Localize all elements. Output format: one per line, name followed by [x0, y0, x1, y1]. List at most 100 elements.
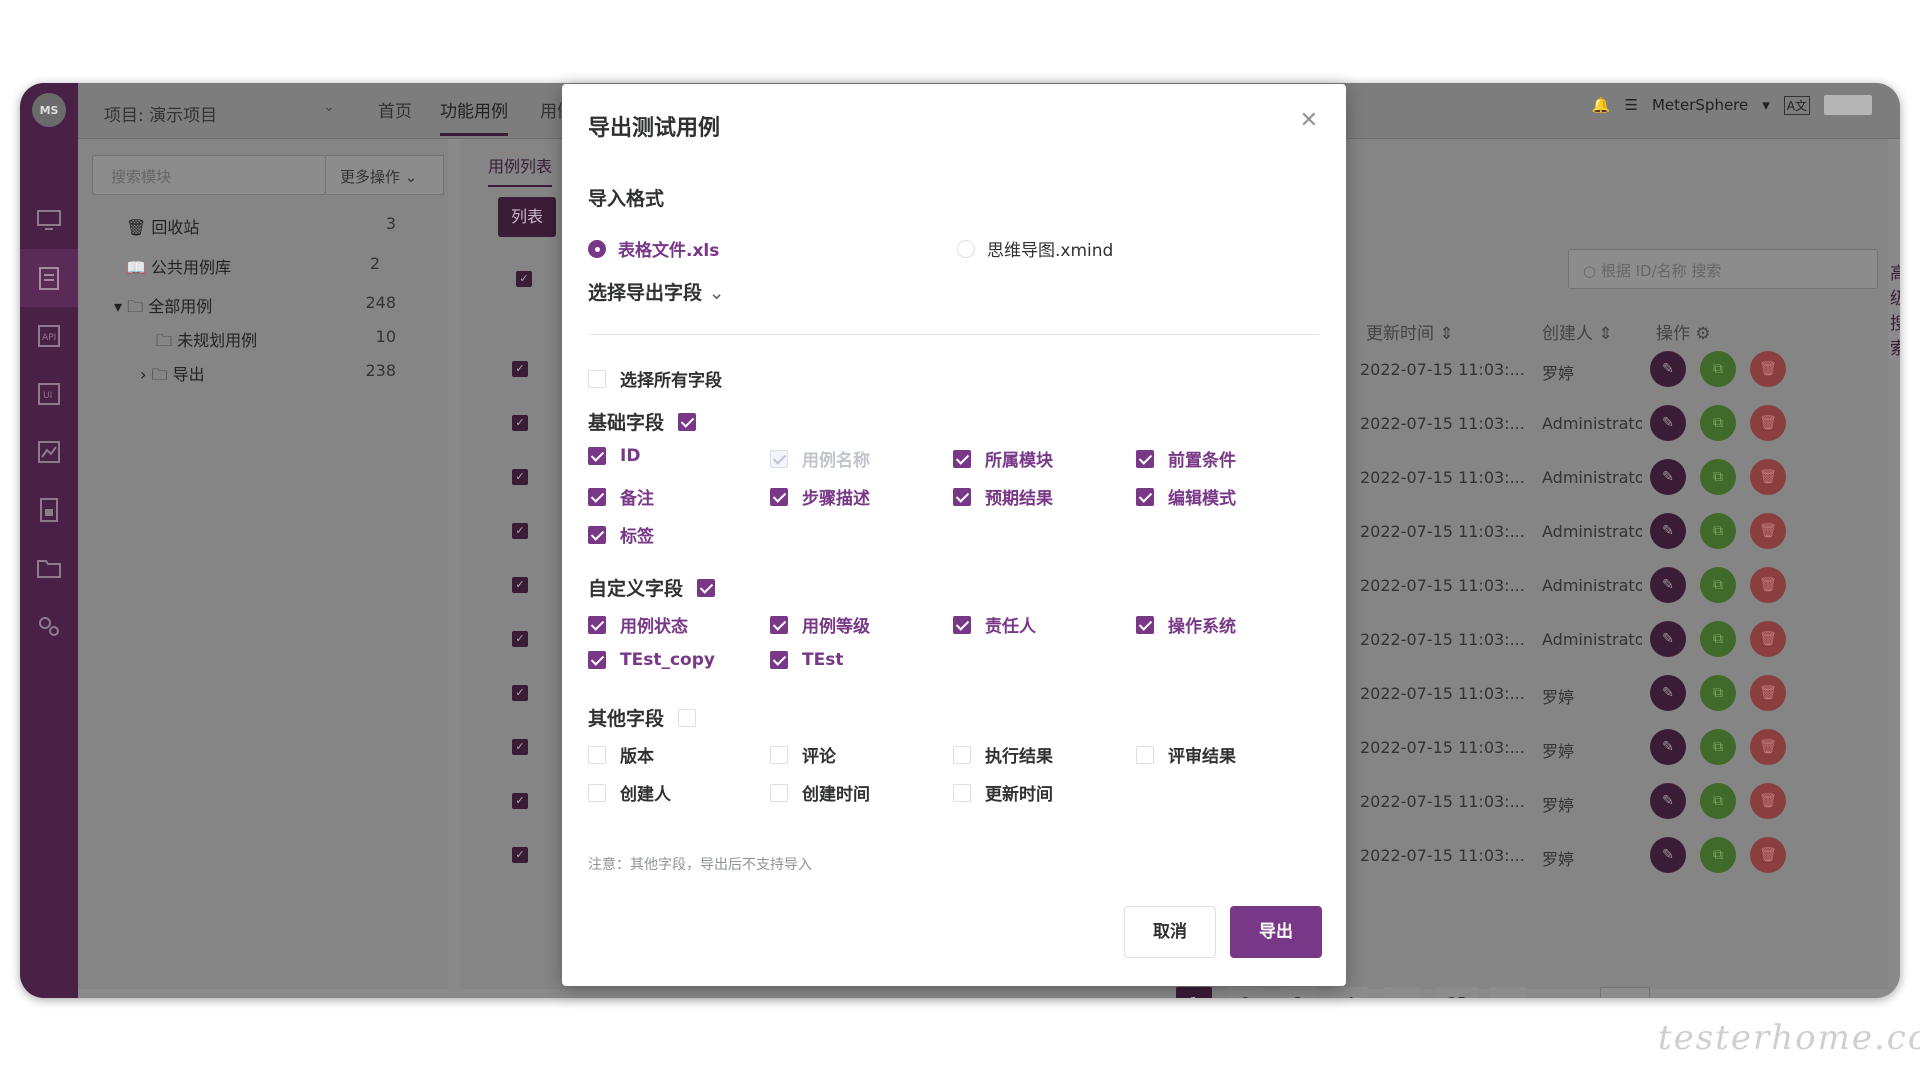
monitor-icon[interactable] [20, 191, 78, 249]
format-xls-radio[interactable]: 表格文件.xls [588, 236, 719, 261]
cancel-button[interactable]: 取消 [1124, 906, 1216, 958]
field-checkbox[interactable]: 版本 [588, 742, 654, 767]
tree-item-public[interactable]: 📖 公共用例库 [126, 254, 231, 278]
page-1[interactable]: 1 [1176, 987, 1212, 998]
delete-icon[interactable]: 🗑 [1750, 783, 1786, 819]
select-all-fields-checkbox[interactable]: 选择所有字段 [588, 366, 722, 391]
project-folder-icon[interactable] [20, 539, 78, 597]
format-xmind-radio[interactable]: 思维导图.xmind [957, 236, 1113, 261]
row-checkbox[interactable]: ✓ [512, 631, 528, 647]
language-icon[interactable]: A文 [1783, 95, 1810, 115]
advanced-search-link[interactable]: 高级搜索 [1890, 259, 1900, 359]
copy-icon[interactable]: ⧉ [1700, 351, 1736, 387]
field-checkbox[interactable]: 用例等级 [770, 612, 870, 637]
edit-icon[interactable]: ✎ [1650, 729, 1686, 765]
col-creator[interactable]: 创建人 ⇕ [1542, 319, 1613, 344]
field-checkbox[interactable]: 创建人 [588, 780, 671, 805]
page-25[interactable]: 25 [1436, 987, 1478, 998]
field-checkbox[interactable]: 创建时间 [770, 780, 870, 805]
copy-icon[interactable]: ⧉ [1700, 729, 1736, 765]
delete-icon[interactable]: 🗑 [1750, 405, 1786, 441]
performance-icon[interactable] [20, 423, 78, 481]
copy-icon[interactable]: ⧉ [1700, 459, 1736, 495]
page-ellipsis[interactable]: ... [1384, 987, 1420, 998]
tree-item-export[interactable]: › 🗀 导出 [140, 361, 205, 391]
row-checkbox[interactable]: ✓ [512, 739, 528, 755]
select-all-checkbox[interactable]: ✓ [516, 271, 532, 287]
group-checkbox[interactable] [697, 578, 716, 597]
row-checkbox[interactable]: ✓ [512, 523, 528, 539]
field-checkbox[interactable]: 前置条件 [1136, 446, 1236, 471]
project-selector[interactable]: 项目: 演示项目 [104, 101, 217, 126]
case-search-input[interactable]: ○ 根据 ID/名称 搜索 [1568, 249, 1878, 289]
column-settings-icon[interactable]: ⚙ [1695, 324, 1710, 344]
module-search-input[interactable]: 搜索模块 [92, 155, 326, 195]
tree-item-all[interactable]: ▾ 🗀 全部用例 [114, 293, 212, 323]
list-icon[interactable]: ☰ [1625, 96, 1638, 114]
page-4[interactable]: 4 [1332, 987, 1368, 998]
tree-item-recycle[interactable]: 🗑 回收站 [126, 214, 199, 238]
workspace-name[interactable]: MeterSphere [1652, 96, 1748, 114]
field-group-header[interactable]: 自定义字段 [588, 574, 716, 601]
delete-icon[interactable]: 🗑 [1750, 567, 1786, 603]
field-checkbox[interactable]: 步骤描述 [770, 484, 870, 509]
row-checkbox[interactable]: ✓ [512, 685, 528, 701]
field-checkbox[interactable]: 标签 [588, 522, 654, 547]
delete-icon[interactable]: 🗑 [1750, 729, 1786, 765]
field-checkbox[interactable]: 评论 [770, 742, 836, 767]
page-3[interactable]: 3 [1280, 987, 1316, 998]
field-checkbox[interactable]: 备注 [588, 484, 654, 509]
chevron-down-icon[interactable]: ⌄ [323, 99, 335, 115]
edit-icon[interactable]: ✎ [1650, 675, 1686, 711]
tab-case-list[interactable]: 用例列表 [488, 153, 553, 187]
edit-icon[interactable]: ✎ [1650, 351, 1686, 387]
field-checkbox[interactable]: 执行结果 [953, 742, 1053, 767]
nav-home[interactable]: 首页 [378, 97, 412, 122]
delete-icon[interactable]: 🗑 [1750, 621, 1786, 657]
copy-icon[interactable]: ⧉ [1700, 567, 1736, 603]
field-checkbox[interactable]: 责任人 [953, 612, 1036, 637]
next-page-icon[interactable]: › [1490, 987, 1526, 998]
field-checkbox[interactable]: 预期结果 [953, 484, 1053, 509]
col-updated[interactable]: 更新时间 ⇕ [1366, 319, 1454, 344]
bell-icon[interactable]: 🔔 [1592, 96, 1611, 114]
group-checkbox[interactable] [678, 412, 697, 431]
row-checkbox[interactable]: ✓ [512, 577, 528, 593]
edit-icon[interactable]: ✎ [1650, 405, 1686, 441]
edit-icon[interactable]: ✎ [1650, 783, 1686, 819]
copy-icon[interactable]: ⧉ [1700, 513, 1736, 549]
field-checkbox[interactable]: TEst [770, 650, 843, 670]
row-checkbox[interactable]: ✓ [512, 793, 528, 809]
edit-icon[interactable]: ✎ [1650, 459, 1686, 495]
settings-gear-icon[interactable] [20, 597, 78, 655]
nav-functional-cases[interactable]: 功能用例 [440, 97, 508, 136]
page-2[interactable]: 2 [1228, 987, 1264, 998]
field-checkbox[interactable]: 评审结果 [1136, 742, 1236, 767]
field-group-header[interactable]: 基础字段 [588, 408, 697, 435]
row-checkbox[interactable]: ✓ [512, 361, 528, 377]
delete-icon[interactable]: 🗑 [1750, 513, 1786, 549]
row-checkbox[interactable]: ✓ [512, 469, 528, 485]
more-ops-dropdown[interactable]: 更多操作 ⌄ [326, 155, 444, 195]
field-checkbox[interactable]: 用例状态 [588, 612, 688, 637]
app-logo[interactable]: MS [32, 93, 66, 127]
group-checkbox[interactable] [678, 708, 697, 727]
edit-icon[interactable]: ✎ [1650, 513, 1686, 549]
delete-icon[interactable]: 🗑 [1750, 351, 1786, 387]
report-icon[interactable] [20, 481, 78, 539]
field-checkbox[interactable]: 操作系统 [1136, 612, 1236, 637]
list-view-button[interactable]: 列表 [498, 197, 556, 237]
tree-item-unplanned[interactable]: 🗀 未规划用例 [156, 327, 257, 357]
export-button[interactable]: 导出 [1230, 906, 1322, 958]
caret-icon[interactable]: ▾ [1762, 96, 1770, 114]
delete-icon[interactable]: 🗑 [1750, 459, 1786, 495]
field-checkbox[interactable]: 所属模块 [953, 446, 1053, 471]
copy-icon[interactable]: ⧉ [1700, 783, 1736, 819]
copy-icon[interactable]: ⧉ [1700, 675, 1736, 711]
field-checkbox[interactable]: 编辑模式 [1136, 484, 1236, 509]
copy-icon[interactable]: ⧉ [1700, 405, 1736, 441]
edit-icon[interactable]: ✎ [1650, 837, 1686, 873]
edit-icon[interactable]: ✎ [1650, 567, 1686, 603]
close-icon[interactable]: ✕ [1300, 108, 1318, 133]
field-checkbox[interactable]: 更新时间 [953, 780, 1053, 805]
